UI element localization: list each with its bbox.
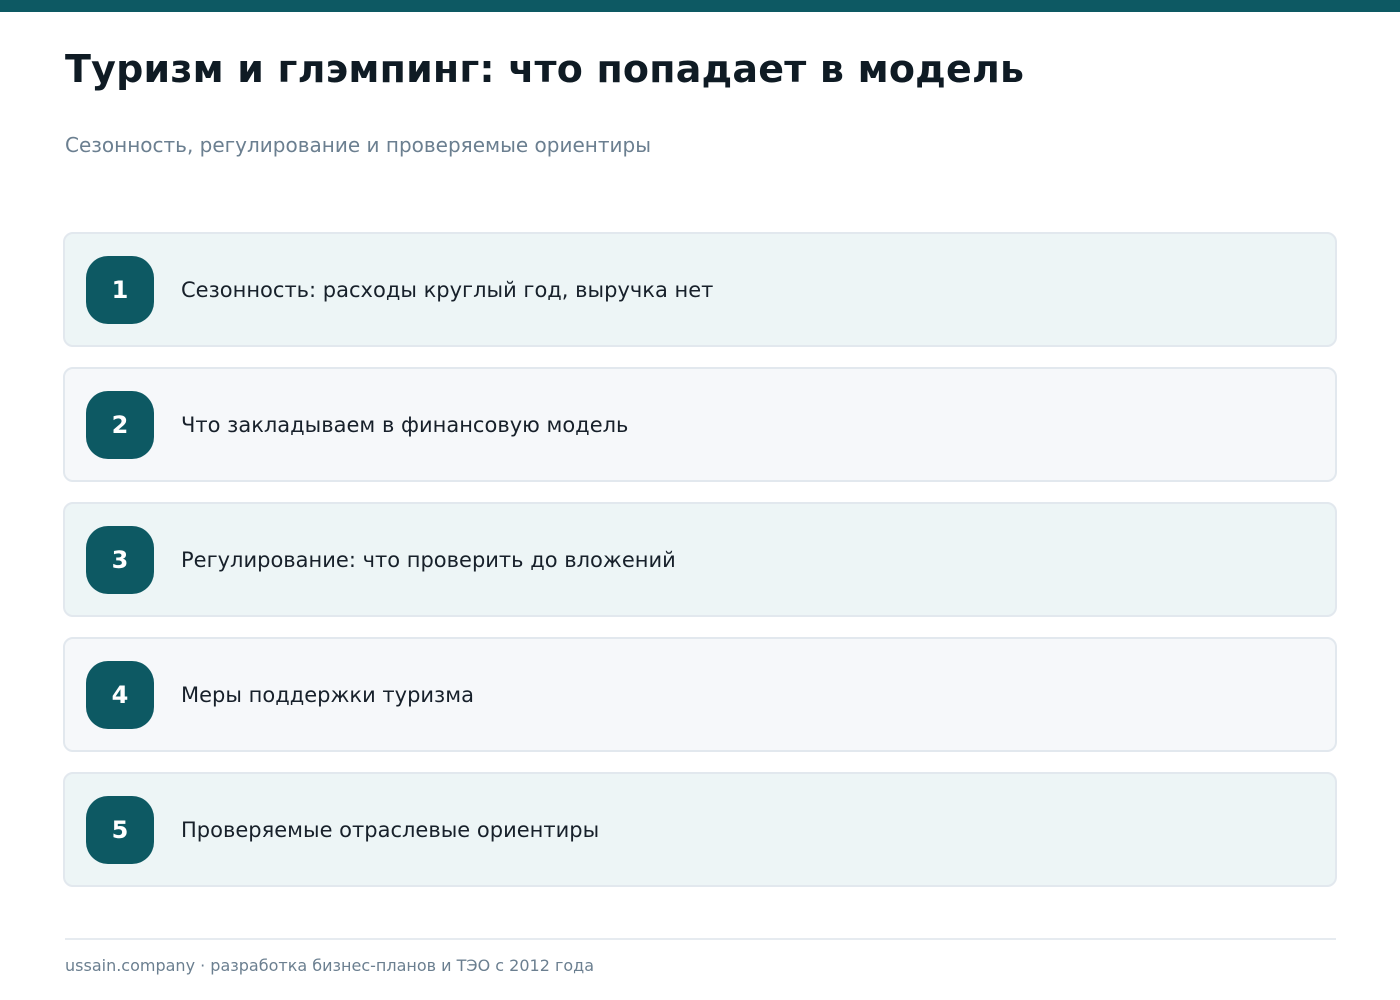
topic-number-badge: 2 [86, 391, 154, 459]
top-accent-bar [0, 0, 1400, 12]
topic-text: Что закладываем в финансовую модель [181, 412, 629, 437]
topic-item-2: 2 Что закладываем в финансовую модель [63, 367, 1337, 482]
topic-item-4: 4 Меры поддержки туризма [63, 637, 1337, 752]
page-subtitle: Сезонность, регулирование и проверяемые … [65, 133, 651, 157]
topic-item-1: 1 Сезонность: расходы круглый год, выруч… [63, 232, 1337, 347]
topic-text: Проверяемые отраслевые ориентиры [181, 817, 600, 842]
topic-text: Регулирование: что проверить до вложений [181, 547, 676, 572]
page-title: Туризм и глэмпинг: что попадает в модель [65, 47, 1025, 91]
footer-divider [65, 938, 1336, 940]
topic-number-badge: 5 [86, 796, 154, 864]
topic-number-badge: 3 [86, 526, 154, 594]
topic-text: Сезонность: расходы круглый год, выручка… [181, 277, 714, 302]
topic-number-badge: 1 [86, 256, 154, 324]
topic-item-3: 3 Регулирование: что проверить до вложен… [63, 502, 1337, 617]
topic-text: Меры поддержки туризма [181, 682, 474, 707]
topic-number-badge: 4 [86, 661, 154, 729]
footer-text: ussain.company · разработка бизнес-плано… [65, 956, 595, 975]
topic-item-5: 5 Проверяемые отраслевые ориентиры [63, 772, 1337, 887]
topic-list: 1 Сезонность: расходы круглый год, выруч… [63, 232, 1337, 907]
